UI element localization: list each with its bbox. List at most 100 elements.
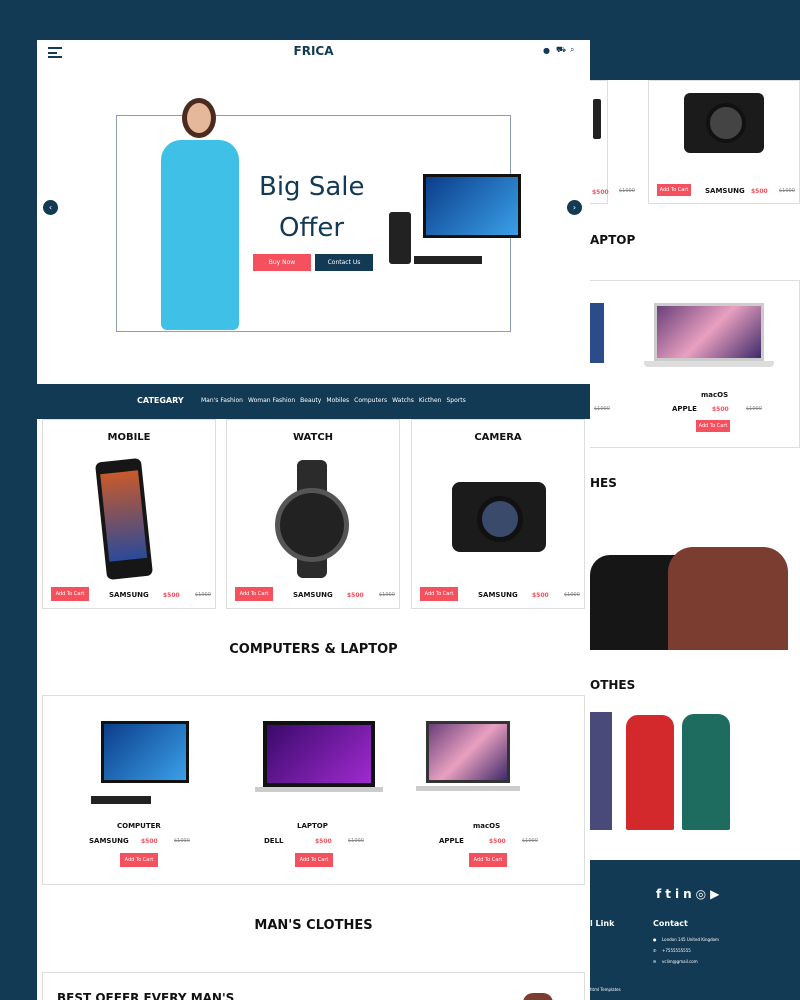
add-to-cart-button[interactable]: Add To Cart [696,420,730,432]
section-heading: HES [590,476,617,490]
brand: SAMSUNG [89,837,129,845]
twitter-icon[interactable]: t [665,887,675,901]
footer-heading: Contact [653,919,688,928]
category-bar: CATEGARY Man's Fashion Woman Fashion Bea… [37,384,590,419]
carousel-next-button[interactable]: › [567,200,582,215]
product-name: macOS [473,822,501,830]
category-link[interactable]: Woman Fashion [248,397,295,404]
section-heading: MAN'S CLOTHES [254,918,373,933]
price: $500 [141,838,158,845]
product-card: macOS $1000 APPLE $500 $1000 Add To Cart [590,280,800,448]
product-name: LAPTOP [297,822,328,830]
macbook-image [426,721,510,783]
clothes-image [590,525,800,650]
back-page-preview: $500 $1000 Add To Cart SAMSUNG $500 $100… [590,80,800,860]
product-card: Add To Cart SAMSUNG $500 $1000 [648,80,800,204]
old-price: $1000 [619,188,635,194]
price: $500 [315,838,332,845]
carousel-prev-button[interactable]: ‹ [43,200,58,215]
old-price: $1000 [379,592,395,598]
coat-image [626,715,674,830]
add-to-cart-button[interactable]: Add To Cart [469,853,507,867]
coat-image [590,712,612,830]
logo[interactable]: FRICA [37,44,590,58]
footer: ftin◎▶ l Link Contact ● London 145 Unite… [590,860,800,1000]
category-link[interactable]: Man's Fashion [201,397,243,404]
hero-title: Offer [279,213,345,243]
product-card-camera: CAMERA Add To Cart SAMSUNG $500 $1000 [411,419,585,609]
product-card-mobile: MOBILE Add To Cart SAMSUNG $500 $1000 [42,419,216,609]
user-icon[interactable]: ● [543,46,550,55]
category-link[interactable]: Watchs [392,397,414,404]
product-image [593,99,601,139]
watch-image [275,488,349,562]
camera-image [684,93,764,153]
old-price: $1000 [594,406,610,412]
price: $500 [489,838,506,845]
keyboard-image [414,256,482,264]
category-link[interactable]: Beauty [300,397,321,404]
add-to-cart-button[interactable]: Add To Cart [420,587,458,601]
brand: DELL [264,837,284,845]
brand: SAMSUNG [109,591,149,599]
category-link[interactable]: Computers [354,397,387,404]
cart-icon[interactable]: ⛟ [556,45,566,55]
footer-heading: l Link [590,919,615,928]
email-icon: ✉ [653,959,657,964]
category-title: CATEGARY [137,396,184,405]
old-price: $1000 [564,592,580,598]
category-nav: Man's Fashion Woman Fashion Beauty Mobil… [201,397,466,404]
computers-card: COMPUTER SAMSUNG $500 $1000 Add To Cart … [42,695,585,885]
price: $500 [163,592,180,599]
add-to-cart-button[interactable]: Add To Cart [120,853,158,867]
category-link[interactable]: Mobiles [326,397,349,404]
hero-monitor-image [423,174,521,238]
product-name: macOS [701,391,729,399]
linkedin-icon[interactable]: in [675,887,696,901]
brand: SAMSUNG [293,591,333,599]
add-to-cart-button[interactable]: Add To Cart [657,184,691,196]
old-price: $1000 [779,188,795,194]
product-image [590,303,604,363]
add-to-cart-button[interactable]: Add To Cart [295,853,333,867]
old-price: $1000 [195,592,211,598]
phone: +7555555555 [662,948,691,953]
front-page-preview: FRICA ● ⛟ ⌕ Big Sale Offer Buy Now Conta… [37,40,590,1000]
section-heading: OTHES [590,678,636,692]
coat-image [682,714,730,830]
card-title: WATCH [292,432,334,443]
price: $500 [347,592,364,599]
address: London 145 United Kingdom [662,937,719,942]
contact-us-button[interactable]: Contact Us [315,254,373,271]
youtube-icon[interactable]: ▶ [710,887,723,901]
facebook-icon[interactable]: f [656,887,665,901]
phone-icon: ✆ [653,948,657,953]
search-icon[interactable]: ⌕ [570,45,574,55]
brand: SAMSUNG [478,591,518,599]
hero-phone-image [389,212,411,264]
category-link[interactable]: Kicthen [419,397,442,404]
old-price: $1000 [348,838,364,844]
brand: SAMSUNG [705,187,745,195]
price: $500 [532,592,549,599]
category-link[interactable]: Sports [446,397,465,404]
price: $500 [592,189,609,196]
camera-image [452,482,546,552]
brand: APPLE [439,837,464,845]
copyright: html Templates [590,987,621,992]
email[interactable]: vclim@gmail.com [662,959,698,964]
buy-now-button[interactable]: Buy Now [253,254,311,271]
brand: APPLE [672,405,697,413]
mens-offer-card: BEST OFFER EVERY MAN'S [42,972,585,1000]
location-icon: ● [653,937,657,942]
laptop-image [654,303,764,361]
add-to-cart-button[interactable]: Add To Cart [51,587,89,601]
computer-image [101,721,189,783]
instagram-icon[interactable]: ◎ [696,887,710,901]
old-price: $1000 [174,838,190,844]
card-title: CAMERA [474,432,522,443]
hero-model-image [149,98,249,332]
offer-title: BEST OFFER EVERY MAN'S [57,991,235,1000]
social-icons[interactable]: ftin◎▶ [656,887,723,901]
add-to-cart-button[interactable]: Add To Cart [235,587,273,601]
